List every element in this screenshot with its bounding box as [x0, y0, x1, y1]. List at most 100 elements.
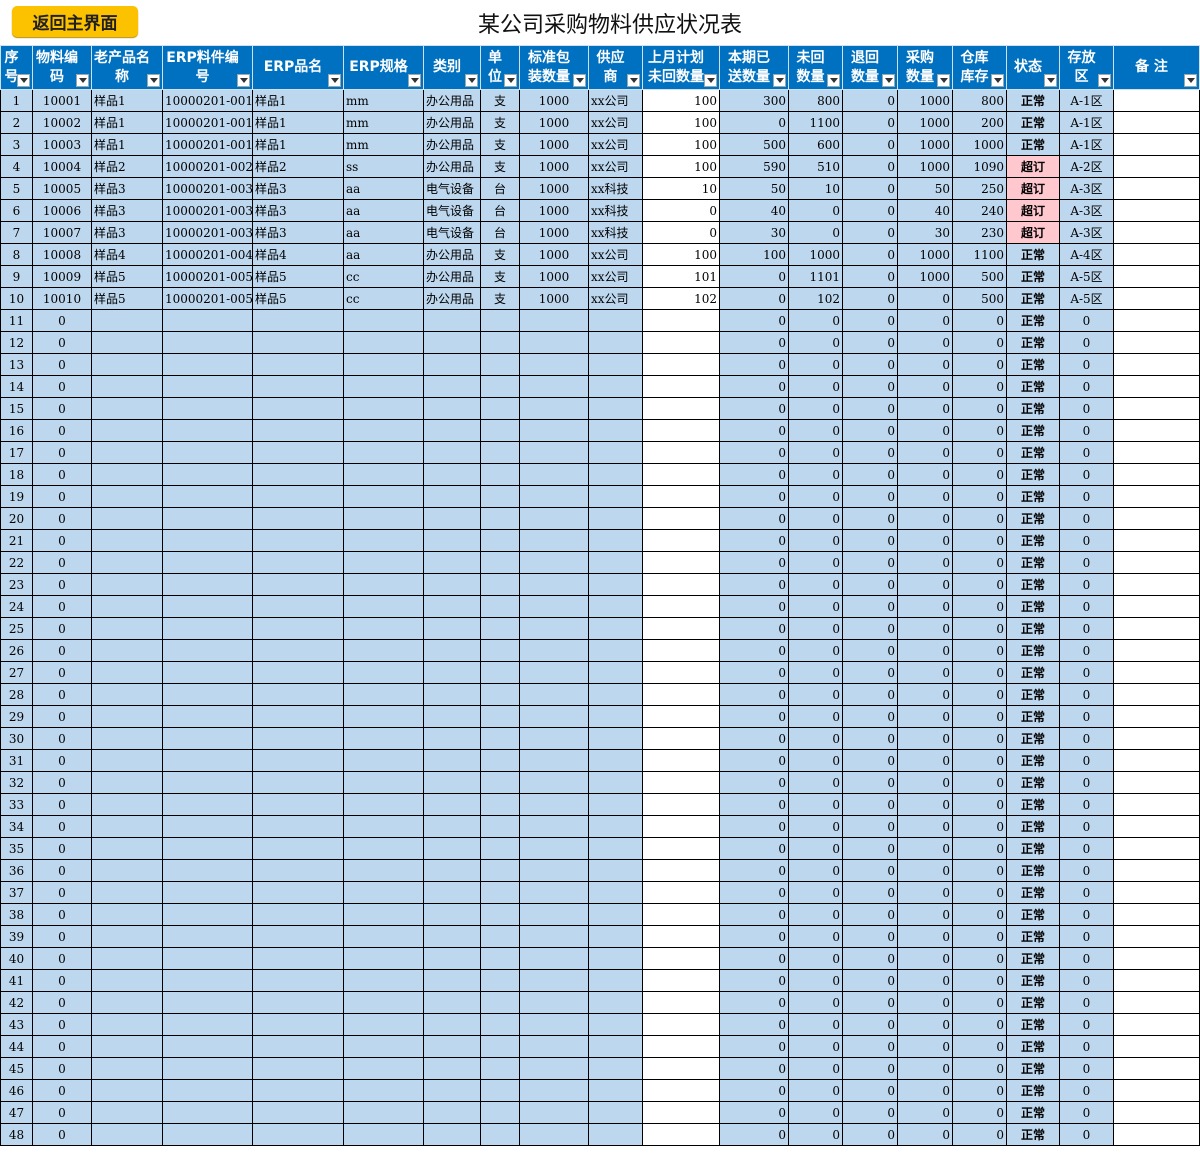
cell-seq[interactable]: 1 — [0, 89, 33, 112]
cell-code[interactable]: 0 — [32, 925, 92, 948]
cell-pack[interactable]: 1000 — [519, 111, 589, 134]
cell-seq[interactable]: 30 — [0, 727, 33, 750]
cell-pack[interactable]: 1000 — [519, 133, 589, 156]
cell-seq[interactable]: 34 — [0, 815, 33, 838]
cell-erp_name[interactable] — [252, 375, 344, 398]
cell-category[interactable]: 办公用品 — [423, 287, 481, 310]
cell-seq[interactable]: 20 — [0, 507, 33, 530]
cell-old_name[interactable] — [91, 1057, 163, 1080]
cell-pack[interactable] — [519, 837, 589, 860]
cell-category[interactable]: 办公用品 — [423, 243, 481, 266]
cell-stock[interactable]: 0 — [952, 441, 1007, 464]
cell-unit[interactable] — [480, 903, 520, 926]
cell-category[interactable] — [423, 397, 481, 420]
cell-erp_name[interactable]: 样品3 — [252, 199, 344, 222]
cell-returned[interactable]: 0 — [842, 749, 898, 772]
cell-last_pending[interactable]: 0 — [642, 199, 720, 222]
cell-erp_spec[interactable] — [343, 529, 424, 552]
cell-code[interactable]: 0 — [32, 991, 92, 1014]
cell-unit[interactable] — [480, 573, 520, 596]
cell-unreturned[interactable]: 0 — [788, 705, 843, 728]
cell-delivered[interactable]: 0 — [719, 749, 789, 772]
cell-last_pending[interactable] — [642, 837, 720, 860]
cell-supplier[interactable]: xx科技 — [588, 177, 643, 200]
cell-last_pending[interactable]: 0 — [642, 221, 720, 244]
filter-dropdown-icon[interactable] — [328, 74, 341, 87]
cell-last_pending[interactable] — [642, 551, 720, 574]
cell-unit[interactable] — [480, 1013, 520, 1036]
cell-location[interactable]: 0 — [1059, 419, 1114, 442]
cell-status[interactable]: 正常 — [1006, 529, 1060, 552]
cell-old_name[interactable] — [91, 353, 163, 376]
cell-last_pending[interactable] — [642, 419, 720, 442]
cell-erp_no[interactable] — [162, 705, 253, 728]
cell-code[interactable]: 10003 — [32, 133, 92, 156]
cell-purchase[interactable]: 0 — [897, 1101, 953, 1124]
cell-location[interactable]: 0 — [1059, 925, 1114, 948]
cell-erp_no[interactable]: 10000201-001 — [162, 111, 253, 134]
cell-unit[interactable] — [480, 639, 520, 662]
cell-unit[interactable] — [480, 309, 520, 332]
cell-supplier[interactable] — [588, 947, 643, 970]
cell-erp_no[interactable]: 10000201-003 — [162, 199, 253, 222]
cell-last_pending[interactable] — [642, 749, 720, 772]
cell-remark[interactable] — [1113, 265, 1200, 288]
cell-pack[interactable] — [519, 419, 589, 442]
cell-category[interactable]: 电气设备 — [423, 177, 481, 200]
cell-last_pending[interactable] — [642, 771, 720, 794]
cell-purchase[interactable]: 1000 — [897, 133, 953, 156]
cell-seq[interactable]: 16 — [0, 419, 33, 442]
cell-erp_spec[interactable] — [343, 947, 424, 970]
cell-unreturned[interactable]: 0 — [788, 639, 843, 662]
cell-purchase[interactable]: 0 — [897, 419, 953, 442]
cell-stock[interactable]: 250 — [952, 177, 1007, 200]
cell-erp_spec[interactable] — [343, 1035, 424, 1058]
column-header-erp_spec[interactable]: ERP规格 — [343, 45, 424, 90]
cell-erp_no[interactable] — [162, 331, 253, 354]
cell-delivered[interactable]: 0 — [719, 529, 789, 552]
cell-stock[interactable]: 0 — [952, 1123, 1007, 1146]
cell-seq[interactable]: 13 — [0, 353, 33, 376]
cell-location[interactable]: 0 — [1059, 507, 1114, 530]
cell-supplier[interactable] — [588, 771, 643, 794]
cell-supplier[interactable] — [588, 331, 643, 354]
cell-old_name[interactable] — [91, 397, 163, 420]
cell-pack[interactable]: 1000 — [519, 89, 589, 112]
cell-erp_name[interactable] — [252, 309, 344, 332]
cell-code[interactable]: 0 — [32, 573, 92, 596]
cell-returned[interactable]: 0 — [842, 639, 898, 662]
cell-old_name[interactable] — [91, 727, 163, 750]
cell-code[interactable]: 10005 — [32, 177, 92, 200]
cell-stock[interactable]: 0 — [952, 881, 1007, 904]
cell-unreturned[interactable]: 1100 — [788, 111, 843, 134]
cell-erp_no[interactable] — [162, 661, 253, 684]
cell-erp_name[interactable] — [252, 859, 344, 882]
cell-location[interactable]: 0 — [1059, 573, 1114, 596]
cell-erp_spec[interactable] — [343, 661, 424, 684]
cell-status[interactable]: 正常 — [1006, 727, 1060, 750]
cell-location[interactable]: 0 — [1059, 947, 1114, 970]
cell-status[interactable]: 正常 — [1006, 925, 1060, 948]
cell-unit[interactable] — [480, 947, 520, 970]
cell-stock[interactable]: 0 — [952, 353, 1007, 376]
cell-erp_name[interactable] — [252, 903, 344, 926]
cell-location[interactable]: 0 — [1059, 1101, 1114, 1124]
cell-erp_spec[interactable] — [343, 815, 424, 838]
filter-dropdown-icon[interactable] — [147, 74, 160, 87]
cell-last_pending[interactable] — [642, 1101, 720, 1124]
column-header-last_pending[interactable]: 上月计划未回数量 — [642, 45, 720, 90]
cell-old_name[interactable] — [91, 661, 163, 684]
cell-erp_spec[interactable] — [343, 1101, 424, 1124]
cell-delivered[interactable]: 0 — [719, 441, 789, 464]
cell-erp_name[interactable] — [252, 815, 344, 838]
cell-code[interactable]: 0 — [32, 727, 92, 750]
cell-erp_no[interactable] — [162, 793, 253, 816]
cell-unit[interactable]: 台 — [480, 177, 520, 200]
cell-remark[interactable] — [1113, 881, 1200, 904]
cell-old_name[interactable] — [91, 419, 163, 442]
cell-supplier[interactable] — [588, 441, 643, 464]
cell-purchase[interactable]: 30 — [897, 221, 953, 244]
cell-supplier[interactable] — [588, 397, 643, 420]
cell-status[interactable]: 正常 — [1006, 243, 1060, 266]
cell-delivered[interactable]: 0 — [719, 1013, 789, 1036]
